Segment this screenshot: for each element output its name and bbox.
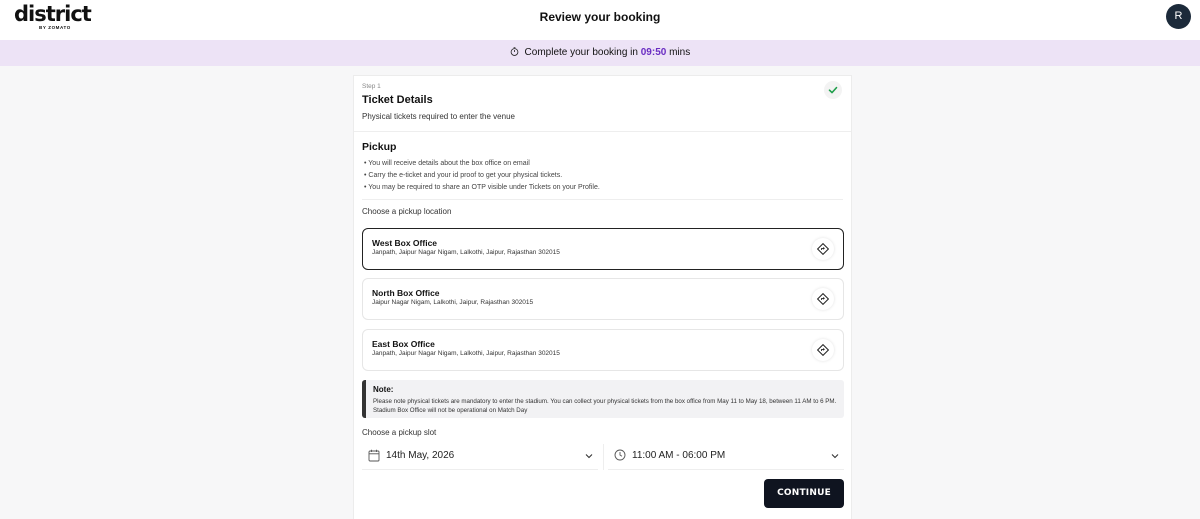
office-option-west[interactable]: West Box Office Janpath, Jaipur Nagar Ni…: [362, 228, 844, 270]
divider: [603, 444, 604, 470]
continue-button[interactable]: CONTINUE: [764, 479, 844, 508]
step-complete-check: [824, 81, 842, 99]
office-name: West Box Office: [372, 238, 438, 248]
step-label: Step 1: [362, 83, 381, 90]
office-option-north[interactable]: North Box Office Jaipur Nagar Nigam, Lal…: [362, 278, 844, 320]
directions-button[interactable]: [812, 288, 834, 310]
check-icon: [828, 86, 838, 94]
clock-icon: [614, 449, 626, 461]
selected-date: 14th May, 2026: [386, 450, 455, 461]
timer-prefix: Complete your booking in: [524, 47, 638, 58]
date-select[interactable]: 14th May, 2026: [362, 444, 598, 470]
office-name: North Box Office: [372, 288, 440, 298]
top-bar: district BY ZOMATO Review your booking R: [0, 0, 1200, 40]
chevron-down-icon: [585, 454, 593, 459]
directions-button[interactable]: [812, 238, 834, 260]
instruction-item: • Carry the e-ticket and your id proof t…: [364, 172, 563, 179]
directions-button[interactable]: [812, 339, 834, 361]
chevron-down-icon: [831, 454, 839, 459]
selected-time: 11:00 AM - 06:00 PM: [632, 450, 726, 461]
note-text: Please note physical tickets are mandato…: [373, 398, 837, 414]
timer-countdown: 09:50: [640, 47, 667, 58]
office-address: Janpath, Jaipur Nagar Nigam, Lalkothi, J…: [372, 249, 560, 256]
step-subtitle: Physical tickets required to enter the v…: [362, 112, 515, 121]
time-select[interactable]: 11:00 AM - 06:00 PM: [608, 444, 844, 470]
directions-icon: [817, 344, 829, 356]
step-title: Ticket Details: [362, 94, 433, 106]
logo-subtext: BY ZOMATO: [39, 25, 71, 30]
note-box: Note: Please note physical tickets are m…: [362, 380, 844, 418]
pickup-slot-heading: Choose a pickup slot: [362, 428, 437, 437]
office-name: East Box Office: [372, 339, 435, 349]
pickup-title: Pickup: [362, 141, 397, 153]
directions-icon: [817, 243, 829, 255]
pickup-instructions: • You will receive details about the box…: [364, 158, 600, 194]
office-address: Jaipur Nagar Nigam, Lalkothi, Jaipur, Ra…: [372, 299, 534, 306]
divider: [354, 131, 851, 132]
timer-banner: Complete your booking in 09:50 mins: [0, 40, 1200, 66]
page-title: Review your booking: [539, 10, 661, 24]
booking-card: Step 1 Ticket Details Physical tickets r…: [353, 75, 852, 519]
office-option-east[interactable]: East Box Office Janpath, Jaipur Nagar Ni…: [362, 329, 844, 371]
instruction-item: • You may be required to share an OTP vi…: [364, 184, 600, 191]
pickup-location-heading: Choose a pickup location: [362, 207, 452, 216]
note-title: Note:: [373, 385, 394, 394]
stopwatch-icon: [510, 47, 519, 56]
calendar-icon: [368, 449, 380, 462]
office-address: Janpath, Jaipur Nagar Nigam, Lalkothi, J…: [372, 350, 560, 357]
avatar[interactable]: R: [1166, 4, 1191, 29]
directions-icon: [817, 293, 829, 305]
timer-suffix: mins: [669, 47, 691, 58]
instruction-item: • You will receive details about the box…: [364, 160, 530, 167]
divider: [362, 199, 843, 200]
